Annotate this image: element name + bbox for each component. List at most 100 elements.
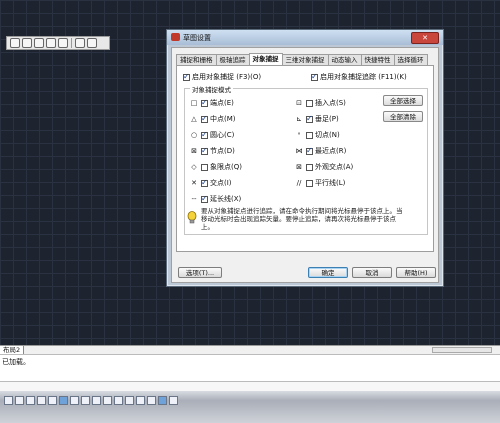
enable-osnap-checkbox[interactable] xyxy=(183,72,190,81)
perpendicular-checkbox[interactable] xyxy=(306,114,313,123)
3d-osnap-icon[interactable] xyxy=(70,396,79,405)
dialog-client: 捕捉和栅格 极轴追踪 对象捕捉 三维对象捕捉 动态输入 快捷特性 选择循环 启用… xyxy=(171,47,439,283)
help-button[interactable]: 帮助(H) xyxy=(396,267,436,278)
endpoint-checkbox[interactable] xyxy=(201,98,208,107)
quadrant-label: 象限点(Q) xyxy=(210,163,242,171)
options-button[interactable]: 选项(T)... xyxy=(178,267,222,278)
node-label: 节点(D) xyxy=(210,147,235,155)
tangent-checkbox[interactable] xyxy=(306,131,313,139)
publish-icon[interactable] xyxy=(58,38,68,48)
enable-tracking-row[interactable]: 启用对象捕捉追踪 (F11)(K) xyxy=(311,72,407,82)
midpoint-checkbox[interactable] xyxy=(201,114,208,123)
selection-cycling-icon[interactable] xyxy=(147,396,156,405)
undo-icon[interactable] xyxy=(75,38,85,48)
app-icon xyxy=(171,33,180,41)
workspace-icon[interactable] xyxy=(169,396,178,405)
status-bar xyxy=(0,391,500,423)
snap-mode-icon[interactable] xyxy=(26,396,35,405)
node-checkbox[interactable] xyxy=(201,146,208,155)
mode-tangent[interactable]: ᐤ 切点(N) xyxy=(295,130,340,140)
endpoint-icon: □ xyxy=(190,99,198,107)
endpoint-label: 端点(E) xyxy=(210,99,234,107)
model-icon[interactable] xyxy=(4,396,13,405)
select-all-button[interactable]: 全部选择 xyxy=(383,95,423,106)
perpendicular-icon: ⊾ xyxy=(296,115,302,123)
insertion-icon: ⊡ xyxy=(296,99,302,107)
parallel-checkbox[interactable] xyxy=(306,179,313,187)
quadrant-icon: ◇ xyxy=(191,163,197,171)
command-history-text: 已加载。 xyxy=(2,358,30,366)
transparency-icon[interactable] xyxy=(125,396,134,405)
mode-midpoint[interactable]: △ 中点(M) xyxy=(190,114,236,124)
tangent-label: 切点(N) xyxy=(315,131,340,139)
center-checkbox[interactable] xyxy=(201,130,208,139)
mode-apparent-intersection[interactable]: ⊠ 外观交点(A) xyxy=(295,162,353,172)
tracking-hint-text: 要从对象捕捉点进行追踪，请在命令执行期间将光标悬停于该点上。当移动光标时会出现追… xyxy=(201,207,403,231)
quick-properties-icon[interactable] xyxy=(136,396,145,405)
floating-toolbar xyxy=(6,36,110,50)
osnap-icon[interactable] xyxy=(59,396,68,405)
enable-tracking-checkbox[interactable] xyxy=(311,72,318,81)
intersection-checkbox[interactable] xyxy=(201,178,208,187)
nearest-icon: ⋈ xyxy=(295,147,303,155)
mode-node[interactable]: ⊠ 节点(D) xyxy=(190,146,235,156)
clear-all-button[interactable]: 全部清除 xyxy=(383,111,423,122)
mode-intersection[interactable]: ✕ 交点(I) xyxy=(190,178,231,188)
insertion-label: 插入点(S) xyxy=(315,99,346,107)
ortho-icon[interactable] xyxy=(37,396,46,405)
center-icon: ○ xyxy=(190,131,198,139)
dialog-title: 草图设置 xyxy=(183,34,211,42)
parallel-label: 平行线(L) xyxy=(315,179,346,187)
intersection-icon: ✕ xyxy=(191,179,197,187)
tangent-icon: ᐤ xyxy=(297,131,301,139)
lightbulb-icon xyxy=(187,211,197,224)
mode-endpoint[interactable]: □ 端点(E) xyxy=(190,98,234,108)
ok-button[interactable]: 确定 xyxy=(308,267,348,278)
mode-perpendicular[interactable]: ⊾ 垂足(P) xyxy=(295,114,339,124)
mode-quadrant[interactable]: ◇ 象限点(Q) xyxy=(190,162,242,172)
ducs-icon[interactable] xyxy=(92,396,101,405)
save-icon[interactable] xyxy=(10,38,20,48)
insertion-checkbox[interactable] xyxy=(306,99,313,107)
otrack-icon[interactable] xyxy=(81,396,90,405)
close-button[interactable]: ✕ xyxy=(411,32,439,44)
dialog-title-bar[interactable]: 草图设置 ✕ xyxy=(167,30,443,45)
print-icon[interactable] xyxy=(34,38,44,48)
parallel-icon: // xyxy=(296,179,302,187)
layout-tab[interactable]: 布局2 xyxy=(0,346,25,354)
mode-insertion[interactable]: ⊡ 插入点(S) xyxy=(295,98,346,108)
mode-parallel[interactable]: // 平行线(L) xyxy=(295,178,346,188)
midpoint-label: 中点(M) xyxy=(210,115,236,123)
mode-extension[interactable]: -- 延长线(X) xyxy=(190,194,241,204)
cancel-button[interactable]: 取消 xyxy=(352,267,392,278)
nearest-label: 最近点(R) xyxy=(315,147,347,155)
grid-icon[interactable] xyxy=(15,396,24,405)
enable-osnap-label: 启用对象捕捉 (F3)(O) xyxy=(192,73,262,81)
polar-icon[interactable] xyxy=(48,396,57,405)
snap-modes-title: 对象捕捉模式 xyxy=(190,84,233,94)
toolbar-separator xyxy=(71,38,72,48)
midpoint-icon: △ xyxy=(191,115,197,123)
extension-label: 延长线(X) xyxy=(210,195,242,203)
node-icon: ⊠ xyxy=(191,147,197,155)
command-history: 已加载。 xyxy=(0,354,500,383)
open-icon[interactable] xyxy=(22,38,32,48)
dyn-icon[interactable] xyxy=(103,396,112,405)
redo-icon[interactable] xyxy=(87,38,97,48)
plot-preview-icon[interactable] xyxy=(46,38,56,48)
quadrant-checkbox[interactable] xyxy=(201,163,208,171)
mode-nearest[interactable]: ⋈ 最近点(R) xyxy=(295,146,347,156)
nearest-checkbox[interactable] xyxy=(306,146,313,155)
lineweight-icon[interactable] xyxy=(114,396,123,405)
enable-osnap-row[interactable]: 启用对象捕捉 (F3)(O) xyxy=(183,72,261,82)
apparent-intersection-checkbox[interactable] xyxy=(306,163,313,171)
perpendicular-label: 垂足(P) xyxy=(315,115,339,123)
extension-checkbox[interactable] xyxy=(201,194,208,203)
status-toggles xyxy=(4,396,178,405)
mode-center[interactable]: ○ 圆心(C) xyxy=(190,130,234,140)
horizontal-scrollbar[interactable] xyxy=(432,347,492,353)
drafting-settings-dialog: 草图设置 ✕ 捕捉和栅格 极轴追踪 对象捕捉 三维对象捕捉 动态输入 快捷特性 … xyxy=(166,29,444,287)
center-label: 圆心(C) xyxy=(210,131,235,139)
annotation-monitor-icon[interactable] xyxy=(158,396,167,405)
enable-tracking-label: 启用对象捕捉追踪 (F11)(K) xyxy=(320,73,407,81)
